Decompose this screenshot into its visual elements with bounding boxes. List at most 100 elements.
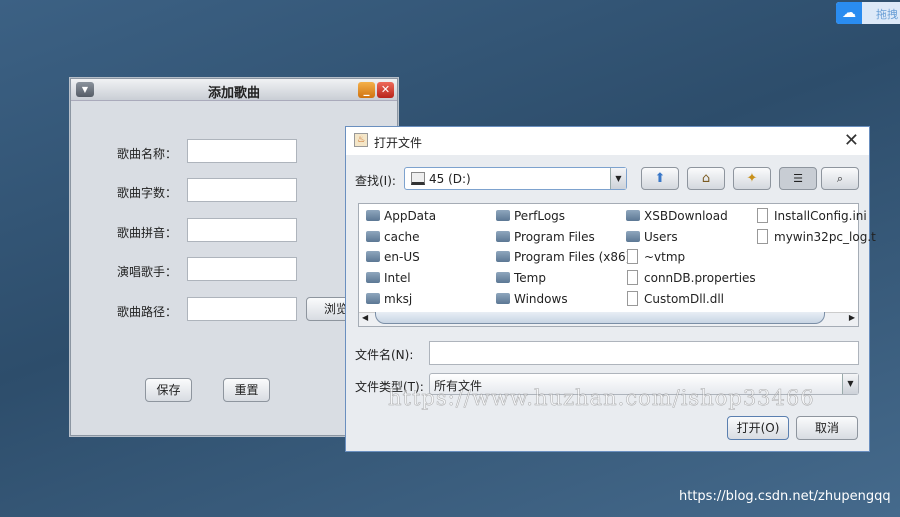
look-in-select[interactable]: 45 (D:) ▼ — [404, 167, 627, 190]
chevron-down-icon[interactable]: ▼ — [610, 168, 626, 189]
list-item[interactable]: Intel — [364, 269, 411, 287]
title-bar[interactable]: ▼ 添加歌曲 _ ✕ — [71, 79, 397, 101]
song-pinyin-input[interactable] — [187, 218, 297, 242]
details-view-icon: ⌕ — [836, 172, 844, 185]
file-name: cache — [384, 229, 420, 244]
list-item[interactable]: cache — [364, 228, 420, 246]
list-item[interactable]: Program Files (x86) — [494, 248, 630, 266]
singer-label: 演唱歌手： — [117, 265, 178, 279]
folder-icon — [496, 272, 510, 284]
baidu-cloud-icon: ☁ — [836, 2, 862, 24]
folder-icon — [366, 292, 380, 304]
minimize-icon[interactable]: _ — [358, 82, 375, 98]
folder-icon — [626, 230, 640, 242]
file-name: InstallConfig.ini — [774, 209, 867, 223]
folder-icon — [366, 230, 380, 242]
list-item[interactable]: mywin32pc_log.t — [754, 228, 876, 246]
up-folder-button[interactable]: ⬆ — [641, 167, 679, 190]
file-name: Temp — [514, 271, 546, 286]
song-pinyin-label: 歌曲拼音： — [117, 226, 178, 240]
file-name: PerfLogs — [514, 209, 566, 223]
file-name: XSBDownload — [644, 209, 728, 223]
filename-input[interactable] — [429, 341, 859, 365]
look-in-value: 45 (D:) — [429, 172, 471, 186]
folder-icon — [366, 272, 380, 284]
open-button[interactable]: 打开(O) — [727, 416, 789, 440]
file-name: CustomDll.dll — [644, 291, 724, 306]
file-name: en-US — [384, 250, 420, 265]
scrollbar-thumb[interactable] — [375, 312, 825, 324]
folder-icon — [626, 210, 640, 221]
horizontal-scrollbar[interactable]: ◀ ▶ — [359, 312, 858, 326]
file-name: Program Files (x86) — [514, 250, 631, 265]
song-name-input[interactable] — [187, 139, 297, 163]
save-button[interactable]: 保存 — [145, 378, 192, 402]
drive-icon — [411, 172, 425, 185]
folder-icon — [496, 210, 510, 221]
watermark-text: https://blog.csdn.net/zhupengqq — [679, 489, 891, 504]
folder-icon — [366, 251, 380, 263]
file-name: mywin32pc_log.t — [774, 229, 876, 244]
dialog-title: 打开文件 — [374, 136, 423, 150]
home-icon: ⌂ — [701, 171, 711, 186]
list-item[interactable]: en-US — [364, 248, 420, 266]
file-icon — [627, 270, 638, 286]
file-icon — [757, 228, 768, 244]
song-length-label: 歌曲字数： — [117, 186, 178, 200]
home-button[interactable]: ⌂ — [687, 167, 725, 190]
list-item[interactable]: AppData — [364, 207, 436, 225]
song-path-input[interactable] — [187, 297, 297, 321]
file-list[interactable]: AppData cache en-US Intel mksj PerfLogs Progra… — [358, 203, 876, 327]
list-item[interactable]: ~vtmp — [624, 248, 685, 266]
file-icon — [757, 208, 768, 223]
filename-label: 文件名(N): — [355, 348, 414, 362]
file-name: Program Files — [514, 229, 595, 244]
file-icon — [627, 249, 638, 265]
list-item[interactable]: connDB.properties — [624, 269, 756, 287]
file-name: connDB.properties — [644, 271, 756, 286]
file-name: Windows — [514, 291, 568, 306]
song-name-label: 歌曲名称： — [117, 147, 178, 161]
list-item[interactable]: mksj — [364, 290, 412, 308]
details-view-button[interactable]: ⌕ — [821, 167, 859, 190]
file-name: AppData — [384, 209, 437, 223]
dialog-title-bar[interactable]: ♨ 打开文件 ✕ — [346, 127, 869, 155]
baidu-cloud-widget[interactable]: ☁ 拖拽 — [836, 2, 900, 24]
list-item[interactable]: Program Files — [494, 228, 595, 246]
folder-icon — [496, 230, 510, 242]
close-icon[interactable]: ✕ — [844, 130, 859, 151]
list-item[interactable]: Temp — [494, 269, 546, 287]
cancel-button[interactable]: 取消 — [796, 416, 858, 440]
list-item[interactable]: Windows — [494, 290, 568, 308]
close-icon[interactable]: ✕ — [377, 82, 394, 98]
new-folder-icon: ✦ — [746, 171, 758, 186]
singer-input[interactable] — [187, 257, 297, 281]
list-view-button[interactable]: ☰ — [779, 167, 817, 190]
scroll-right-icon[interactable]: ▶ — [849, 313, 855, 322]
file-name: mksj — [384, 291, 413, 306]
list-item[interactable]: InstallConfig.ini — [754, 207, 867, 225]
look-in-label: 查找(I): — [355, 174, 396, 188]
new-folder-button[interactable]: ✦ — [733, 167, 771, 190]
file-name: Users — [644, 229, 678, 244]
scroll-left-icon[interactable]: ◀ — [362, 313, 368, 322]
song-path-label: 歌曲路径： — [117, 305, 178, 319]
drag-label: 拖拽 — [876, 8, 898, 21]
folder-icon — [496, 292, 510, 304]
song-length-input[interactable] — [187, 178, 297, 202]
file-name: ~vtmp — [644, 250, 686, 265]
file-name: Intel — [384, 271, 411, 286]
folder-icon — [496, 251, 510, 263]
reset-button[interactable]: 重置 — [223, 378, 270, 402]
watermark-text: https://www.huzhan.com/ishop33466 — [388, 386, 815, 411]
java-icon: ♨ — [354, 133, 368, 147]
list-item[interactable]: XSBDownload — [624, 207, 728, 225]
list-view-icon: ☰ — [793, 172, 803, 185]
file-icon — [627, 290, 638, 306]
window-title: 添加歌曲 — [207, 86, 260, 101]
chevron-down-icon[interactable]: ▼ — [842, 374, 858, 394]
list-item[interactable]: Users — [624, 228, 678, 246]
list-item[interactable]: CustomDll.dll — [624, 290, 724, 308]
list-item[interactable]: PerfLogs — [494, 207, 565, 225]
up-folder-icon: ⬆ — [654, 171, 666, 186]
